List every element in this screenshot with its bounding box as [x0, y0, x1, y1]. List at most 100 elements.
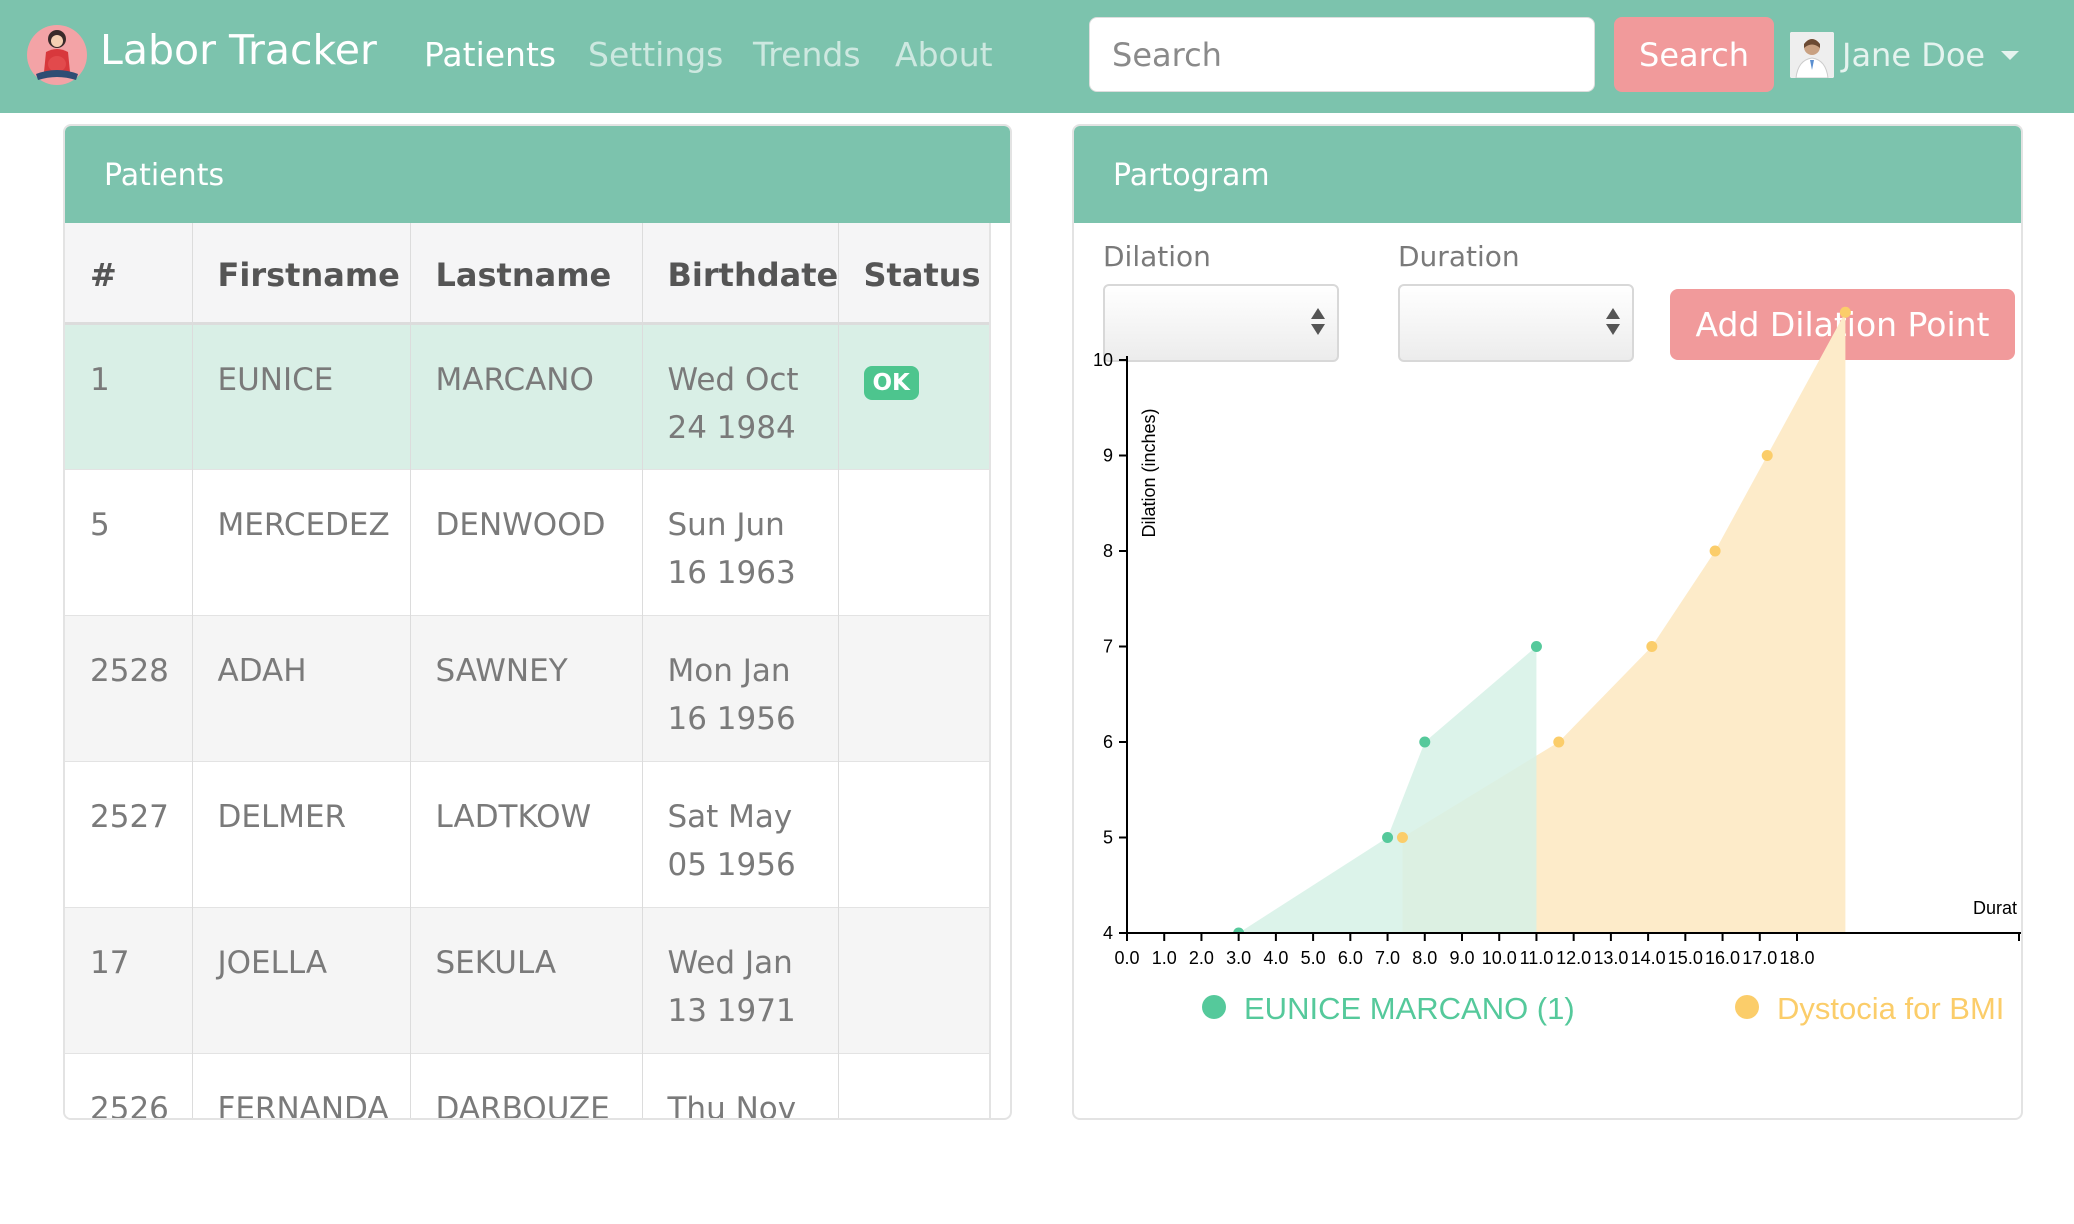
- x-tick-label: 18.0: [1779, 948, 1814, 968]
- cell-id: 2526: [65, 1053, 193, 1118]
- column-header-birthdate[interactable]: Birthdate: [642, 223, 839, 323]
- brand-title[interactable]: Labor Tracker: [100, 26, 377, 74]
- brand-logo-icon[interactable]: [26, 22, 88, 88]
- cell-lastname: MARCANO: [410, 323, 643, 469]
- search-button[interactable]: Search: [1614, 17, 1774, 92]
- cell-firstname: JOELLA: [192, 907, 411, 1053]
- y-axis-label: Dilation (inches): [1139, 408, 1159, 537]
- cell-status: [838, 469, 989, 615]
- cell-lastname: SAWNEY: [410, 615, 643, 761]
- column-header-status[interactable]: Status: [838, 223, 989, 323]
- data-point: [1396, 832, 1408, 843]
- column-header-lastname[interactable]: Lastname: [410, 223, 643, 323]
- y-tick-label: 8: [1103, 541, 1113, 561]
- birthdate-line: 16 1956: [667, 700, 796, 737]
- legend-swatch-patient: [1202, 995, 1226, 1019]
- table-row[interactable]: 2527 DELMER LADTKOW Sat May 05 1956: [65, 761, 989, 907]
- cell-firstname: DELMER: [192, 761, 411, 907]
- patients-panel-title: Patients: [65, 126, 1010, 223]
- birthdate-line: 13 1971: [667, 992, 796, 1029]
- legend-swatch-reference: [1735, 995, 1759, 1019]
- cell-birthdate: Sun Jun 16 1963: [642, 469, 839, 615]
- y-tick-label: 9: [1103, 446, 1113, 466]
- x-tick-label: 3.0: [1226, 948, 1251, 968]
- birthdate-line: Wed Oct: [667, 361, 799, 398]
- legend-label-patient: EUNICE MARCANO (1): [1244, 991, 1575, 1026]
- cell-status: [838, 761, 989, 907]
- nav-patients[interactable]: Patients: [424, 35, 556, 74]
- cell-birthdate: Wed Jan 13 1971: [642, 907, 839, 1053]
- cell-status: [838, 1053, 989, 1118]
- series-area-0: [1238, 646, 1537, 933]
- table-row[interactable]: 2526 FERNANDA DARBOUZE Thu Nov: [65, 1053, 989, 1120]
- x-tick-label: 7.0: [1375, 948, 1400, 968]
- data-point: [1646, 641, 1658, 652]
- cell-id: 5: [65, 469, 193, 615]
- user-name: Jane Doe: [1842, 36, 1986, 74]
- y-tick-label: 6: [1103, 732, 1113, 752]
- birthdate-line: 16 1963: [667, 554, 796, 591]
- x-tick-label: 14.0: [1631, 948, 1666, 968]
- x-axis-label: Durat: [1973, 898, 2017, 918]
- search-input[interactable]: [1089, 17, 1595, 92]
- cell-id: 17: [65, 907, 193, 1053]
- cell-lastname: DARBOUZE: [410, 1053, 643, 1118]
- data-point: [1761, 450, 1773, 461]
- cell-lastname: DENWOOD: [410, 469, 643, 615]
- cell-birthdate: Mon Jan 16 1956: [642, 615, 839, 761]
- data-point: [1553, 736, 1565, 748]
- table-row[interactable]: 17 JOELLA SEKULA Wed Jan 13 1971: [65, 907, 989, 1053]
- x-tick-label: 2.0: [1189, 948, 1214, 968]
- table-row[interactable]: 1 EUNICE MARCANO Wed Oct 24 1984 OK: [65, 323, 989, 469]
- cell-birthdate: Thu Nov: [642, 1053, 839, 1120]
- legend-label-reference: Dystocia for BMI: [1777, 991, 2004, 1026]
- cell-id: 1: [65, 323, 193, 469]
- partogram-chart: 4 5 6 7 8 9 10 0.0 1.0 2.0 3.0 4.0 5.0 6.0 7.0 8.0 9.0 10…: [1093, 306, 2021, 1026]
- birthdate-line: Sun Jun: [667, 506, 785, 543]
- column-header-firstname[interactable]: Firstname: [192, 223, 411, 323]
- patients-table-scroll[interactable]: # Firstname Lastname Birthdate Status 1 …: [65, 223, 991, 1120]
- data-point: [1530, 641, 1542, 652]
- birthdate-line: Sat May: [667, 798, 793, 835]
- nav-trends[interactable]: Trends: [753, 35, 861, 74]
- x-tick-label: 15.0: [1668, 948, 1703, 968]
- cell-id: 2527: [65, 761, 193, 907]
- data-point: [1839, 306, 1851, 318]
- x-tick-label: 5.0: [1301, 948, 1326, 968]
- nav-about[interactable]: About: [895, 35, 993, 74]
- x-tick-label: 17.0: [1742, 948, 1777, 968]
- navbar: Labor Tracker Patients Settings Trends A…: [0, 0, 2074, 113]
- cell-firstname: MERCEDEZ: [192, 469, 411, 615]
- y-tick-label: 5: [1103, 828, 1113, 848]
- nav-settings[interactable]: Settings: [588, 35, 723, 74]
- table-row[interactable]: 2528 ADAH SAWNEY Mon Jan 16 1956: [65, 615, 989, 761]
- birthdate-line: 24 1984: [667, 409, 796, 446]
- patients-table: # Firstname Lastname Birthdate Status 1 …: [65, 223, 989, 1120]
- user-menu[interactable]: Jane Doe: [1790, 30, 2020, 80]
- table-header-row: # Firstname Lastname Birthdate Status: [65, 223, 989, 323]
- cell-birthdate: Wed Oct 24 1984: [642, 323, 839, 469]
- cell-id: 2528: [65, 615, 193, 761]
- y-tick-label: 7: [1103, 637, 1113, 657]
- x-tick-label: 11.0: [1520, 948, 1554, 968]
- x-tick-label: 8.0: [1412, 948, 1437, 968]
- cell-lastname: LADTKOW: [410, 761, 643, 907]
- data-point: [1709, 545, 1721, 557]
- x-tick-label: 12.0: [1556, 948, 1591, 968]
- avatar: [1790, 32, 1834, 78]
- birthdate-line: Thu Nov: [667, 1090, 797, 1120]
- cell-status: OK: [838, 323, 989, 469]
- cell-status: [838, 907, 989, 1053]
- x-tick-label: 13.0: [1593, 948, 1628, 968]
- x-tick-label: 6.0: [1338, 948, 1363, 968]
- y-tick-label: 4: [1103, 923, 1113, 943]
- column-header-number[interactable]: #: [65, 223, 193, 323]
- x-tick-label: 10.0: [1482, 948, 1517, 968]
- birthdate-line: 05 1956: [667, 846, 796, 883]
- y-tick-label: 10: [1093, 350, 1113, 370]
- cell-status: [838, 615, 989, 761]
- x-tick-label: 16.0: [1705, 948, 1740, 968]
- data-point: [1419, 736, 1431, 748]
- table-row[interactable]: 5 MERCEDEZ DENWOOD Sun Jun 16 1963: [65, 469, 989, 615]
- patients-panel: Patients # Firstname Lastname Birthdate …: [63, 124, 1012, 1120]
